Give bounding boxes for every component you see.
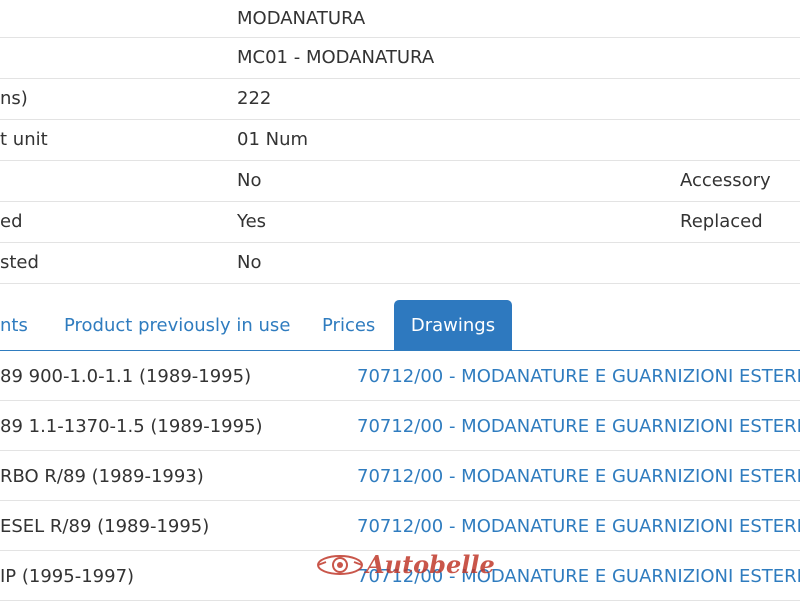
property-label: sted [0,252,39,273]
tab-prices[interactable]: Prices [322,300,375,349]
tab-product-previously-in-use[interactable]: Product previously in use [64,300,290,349]
property-row: No Accessory [0,161,800,202]
property-row: sted No [0,243,800,284]
vehicle-model: IP (1995-1997) [0,566,135,587]
drawing-link[interactable]: 70712/00 - MODANATURE E GUARNIZIONI ESTE… [357,351,800,403]
property-row: t unit 01 Num [0,120,800,161]
property-row: ns) 222 [0,79,800,120]
property-row: MC01 - MODANATURA [0,38,800,79]
drawing-link[interactable]: 70712/00 - MODANATURE E GUARNIZIONI ESTE… [357,451,800,503]
property-row: ed Yes Replaced [0,202,800,243]
drawing-link[interactable]: 70712/00 - MODANATURE E GUARNIZIONI ESTE… [357,501,800,553]
list-item: ESEL R/89 (1989-1995) 70712/00 - MODANAT… [0,501,800,551]
property-value: No [237,252,262,273]
drawing-link[interactable]: 70712/00 - MODANATURE E GUARNIZIONI ESTE… [357,551,800,603]
list-item: RBO R/89 (1989-1993) 70712/00 - MODANATU… [0,451,800,501]
property-value: 222 [237,88,272,109]
property-row: MODANATURA [0,0,800,38]
product-properties-table: MODANATURA MC01 - MODANATURA ns) 222 t u… [0,0,800,284]
property-value: 01 Num [237,129,309,150]
vehicle-model: ESEL R/89 (1989-1995) [0,516,210,537]
vehicle-model: 89 900-1.0-1.1 (1989-1995) [0,366,252,387]
property-value: Yes [237,211,267,232]
vehicle-model: 89 1.1-1370-1.5 (1989-1995) [0,416,263,437]
vehicle-model: RBO R/89 (1989-1993) [0,466,204,487]
detail-tabs: nts Product previously in use Prices Dra… [0,300,800,351]
list-item: IP (1995-1997) 70712/00 - MODANATURE E G… [0,551,800,601]
drawings-list: 89 900-1.0-1.1 (1989-1995) 70712/00 - MO… [0,351,800,601]
property-label: ns) [0,88,28,109]
tab-drawings[interactable]: Drawings [394,300,512,350]
property-label: ed [0,211,23,232]
property-value: No [237,170,262,191]
property-extra-label: Accessory [680,170,771,191]
tab-components[interactable]: nts [0,300,28,349]
drawing-link[interactable]: 70712/00 - MODANATURE E GUARNIZIONI ESTE… [357,401,800,453]
property-value: MC01 - MODANATURA [237,47,435,68]
list-item: 89 1.1-1370-1.5 (1989-1995) 70712/00 - M… [0,401,800,451]
list-item: 89 900-1.0-1.1 (1989-1995) 70712/00 - MO… [0,351,800,401]
property-extra-label: Replaced [680,211,763,232]
property-value: MODANATURA [237,8,366,29]
property-label: t unit [0,129,48,150]
